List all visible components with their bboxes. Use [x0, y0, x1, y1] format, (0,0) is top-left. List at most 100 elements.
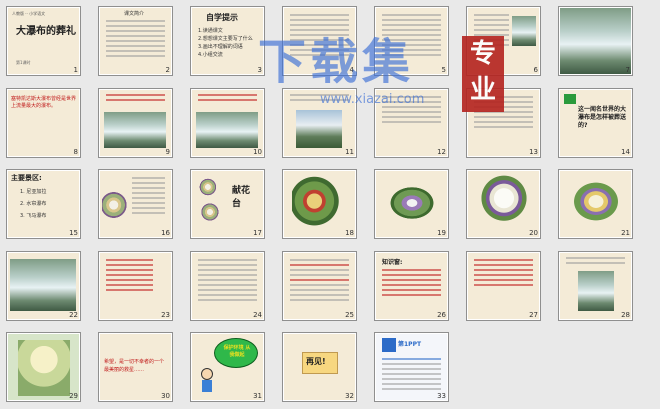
slide-thumbnail-19[interactable]: 19	[374, 169, 449, 239]
slide-preview	[284, 171, 355, 237]
slide-footer: 第1课时	[16, 60, 31, 65]
slide-number: 33	[437, 392, 446, 400]
slide-thumbnail-1[interactable]: 人教版 ·· 小学语文 大瀑布的葬礼 第1课时 1	[6, 6, 81, 76]
flower-image	[198, 177, 220, 197]
slide-number: 25	[345, 311, 354, 319]
item: 2.想想课文主要写了什么	[198, 36, 253, 42]
slide-number: 2	[165, 66, 170, 74]
slide-number: 28	[621, 311, 630, 319]
slide-number: 15	[69, 229, 78, 237]
slide-number: 8	[73, 148, 78, 156]
badge-icon	[564, 94, 576, 104]
slide-text: 塞特凯达斯大瀑布曾经是世界上流量最大的瀑布。	[11, 96, 77, 109]
slide-thumbnail-18[interactable]: 18	[282, 169, 357, 239]
slide-title: 再见!	[306, 357, 326, 366]
slide-number: 32	[345, 392, 354, 400]
slide-question: 这一闻名世界的大瀑布是怎样被葬送的?	[578, 106, 627, 129]
slide-number: 6	[533, 66, 538, 74]
text-lines	[290, 259, 349, 304]
slide-thumbnail-17[interactable]: 献花台 17	[190, 169, 265, 239]
slide-preview	[8, 253, 79, 319]
slide-thumbnail-3[interactable]: 自学提示 1.读通课文 2.想想课文主要写了什么 3.画出不理解的词语 4.小组…	[190, 6, 265, 76]
item: 4.小组交流	[198, 52, 223, 58]
slide-number: 26	[437, 311, 446, 319]
slide-number: 20	[529, 229, 538, 237]
slide-thumbnail-32[interactable]: 再见! 32	[282, 332, 357, 402]
logo-text: 第1PPT	[398, 341, 422, 348]
slide-thumbnail-7[interactable]: 7	[558, 6, 633, 76]
slide-preview: 这一闻名世界的大瀑布是怎样被葬送的?	[560, 90, 631, 156]
slide-preview: 主要景区: 1. 尼亚加拉 2. 水帘瀑布 3. 飞马瀑布	[8, 171, 79, 237]
slide-thumbnail-21[interactable]: 21	[558, 169, 633, 239]
slide-thumbnail-23[interactable]: 23	[98, 251, 173, 321]
slide-number: 10	[253, 148, 262, 156]
text-lines	[382, 358, 441, 393]
slide-preview	[468, 253, 539, 319]
slide-preview	[376, 171, 447, 237]
logo-icon	[382, 338, 396, 352]
slide-preview	[100, 171, 171, 237]
slide-thumbnail-24[interactable]: 24	[190, 251, 265, 321]
slide-number: 22	[69, 311, 78, 319]
slide-thumbnail-33[interactable]: 第1PPT 33	[374, 332, 449, 402]
slide-thumbnail-29[interactable]: 29	[6, 332, 81, 402]
slide-title: 献花台	[232, 186, 251, 209]
waterfall-image	[512, 16, 536, 46]
slide-preview: 自学提示 1.读通课文 2.想想课文主要写了什么 3.画出不理解的词语 4.小组…	[192, 8, 263, 74]
slide-thumbnail-25[interactable]: 25	[282, 251, 357, 321]
waterfall-image	[10, 259, 76, 311]
item: 3. 飞马瀑布	[20, 213, 47, 219]
flower-image	[564, 179, 628, 229]
slide-number: 14	[621, 148, 630, 156]
text-lines	[106, 94, 165, 104]
slide-title: 主要景区:	[11, 174, 42, 182]
slide-preview: 知识窗:	[376, 253, 447, 319]
slide-number: 5	[441, 66, 446, 74]
slide-preview: 献花台	[192, 171, 263, 237]
slide-number: 19	[437, 229, 446, 237]
item: 1. 尼亚加拉	[20, 189, 47, 195]
slide-preview	[560, 253, 631, 319]
waterfall-image	[196, 112, 258, 148]
slide-number: 17	[253, 229, 262, 237]
slide-preview	[468, 171, 539, 237]
slide-preview: 再见!	[284, 334, 355, 400]
nature-image	[18, 340, 70, 396]
slide-preview: 第1PPT	[376, 334, 447, 400]
slide-thumbnail-10[interactable]: 10	[190, 88, 265, 158]
slide-thumbnail-26[interactable]: 知识窗: 26	[374, 251, 449, 321]
slide-thumbnail-8[interactable]: 塞特凯达斯大瀑布曾经是世界上流量最大的瀑布。 8	[6, 88, 81, 158]
slide-number: 23	[161, 311, 170, 319]
slide-title: 自学提示	[206, 13, 238, 22]
watermark-url: www.xiazai.com	[320, 92, 425, 107]
slide-preview	[192, 253, 263, 319]
slide-preview	[100, 90, 171, 156]
slide-thumbnail-28[interactable]: 28	[558, 251, 633, 321]
item: 3.画出不理解的词语	[198, 44, 243, 50]
slide-thumbnail-31[interactable]: 保护环境 从我做起 31	[190, 332, 265, 402]
slide-thumbnail-9[interactable]: 9	[98, 88, 173, 158]
slide-preview: 希望，是一切不幸者的一个最美丽的救星……	[100, 334, 171, 400]
slide-preview: 人教版 ·· 小学语文 大瀑布的葬礼 第1课时	[8, 8, 79, 74]
watermark-text: 下载集	[258, 34, 415, 90]
slide-thumbnail-22[interactable]: 22	[6, 251, 81, 321]
slide-preview: 课文简介	[100, 8, 171, 74]
flower-image	[292, 175, 348, 233]
slide-thumbnail-15[interactable]: 主要景区: 1. 尼亚加拉 2. 水帘瀑布 3. 飞马瀑布 15	[6, 169, 81, 239]
watermark-badge: 专业	[462, 36, 504, 112]
slide-thumbnail-20[interactable]: 20	[466, 169, 541, 239]
slide-title: 知识窗:	[382, 259, 403, 266]
slide-number: 12	[437, 148, 446, 156]
slide-thumbnail-30[interactable]: 希望，是一切不幸者的一个最美丽的救星…… 30	[98, 332, 173, 402]
slide-thumbnail-14[interactable]: 这一闻名世界的大瀑布是怎样被葬送的? 14	[558, 88, 633, 158]
slide-number: 13	[529, 148, 538, 156]
slide-thumbnail-16[interactable]: 16	[98, 169, 173, 239]
text-lines	[132, 177, 165, 217]
text-lines	[198, 94, 257, 104]
slide-preview: 塞特凯达斯大瀑布曾经是世界上流量最大的瀑布。	[8, 90, 79, 156]
slide-preview	[560, 171, 631, 237]
slide-thumbnail-27[interactable]: 27	[466, 251, 541, 321]
text-lines	[474, 259, 533, 289]
slide-text: 希望，是一切不幸者的一个最美丽的救星……	[104, 359, 165, 373]
slide-thumbnail-2[interactable]: 课文简介 2	[98, 6, 173, 76]
